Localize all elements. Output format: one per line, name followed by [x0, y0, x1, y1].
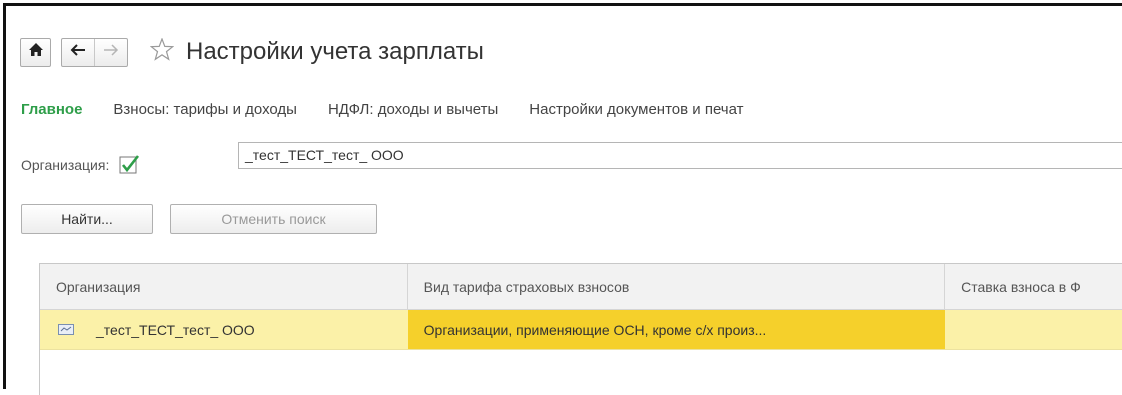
history-nav — [61, 37, 128, 67]
cell-organization[interactable]: _тест_ТЕСТ_тест_ ООО — [40, 310, 408, 349]
favorite-button[interactable] — [149, 37, 175, 66]
column-header-organization[interactable]: Организация — [40, 264, 408, 309]
organization-name: _тест_ТЕСТ_тест_ ООО — [96, 321, 255, 338]
column-header-tariff[interactable]: Вид тарифа страховых взносов — [408, 264, 946, 309]
tab-contributions[interactable]: Взносы: тарифы и доходы — [113, 101, 297, 118]
organization-filter-checkbox[interactable] — [118, 154, 142, 176]
settings-table: Организация Вид тарифа страховых взносов… — [39, 263, 1122, 395]
organization-input[interactable]: _тест_ТЕСТ_тест_ ООО — [238, 142, 1122, 169]
record-icon — [58, 324, 74, 336]
title-bar: Настройки учета зарплаты — [20, 37, 484, 67]
cell-tariff[interactable]: Организации, применяющие ОСН, кроме с/х … — [407, 310, 946, 349]
organization-filter: Организация: _тест_ТЕСТ_тест_ ООО — [21, 142, 1122, 176]
arrow-right-icon — [103, 43, 119, 61]
search-buttons: Найти... Отменить поиск — [21, 204, 377, 234]
cancel-search-button[interactable]: Отменить поиск — [170, 204, 377, 234]
tab-main[interactable]: Главное — [21, 101, 82, 118]
tab-ndfl[interactable]: НДФЛ: доходы и вычеты — [328, 101, 498, 118]
column-header-rate[interactable]: Ставка взноса в Ф — [945, 264, 1122, 309]
find-button[interactable]: Найти... — [21, 204, 153, 234]
tab-document-settings[interactable]: Настройки документов и печат — [529, 101, 743, 118]
checkmark-icon — [119, 155, 140, 174]
back-button[interactable] — [62, 39, 94, 66]
tab-bar: Главное Взносы: тарифы и доходы НДФЛ: до… — [21, 101, 775, 118]
home-button[interactable] — [20, 37, 51, 67]
table-header: Организация Вид тарифа страховых взносов… — [40, 264, 1122, 310]
window-frame: Настройки учета зарплаты Главное Взносы:… — [3, 3, 1122, 395]
arrow-left-icon — [70, 43, 86, 61]
table-row[interactable]: _тест_ТЕСТ_тест_ ООО Организации, примен… — [40, 310, 1122, 350]
cell-rate[interactable] — [945, 310, 1122, 349]
organization-label: Организация: — [21, 157, 110, 173]
star-icon — [149, 37, 175, 66]
page-title: Настройки учета зарплаты — [186, 38, 484, 65]
home-icon — [28, 43, 43, 61]
forward-button[interactable] — [94, 38, 127, 66]
